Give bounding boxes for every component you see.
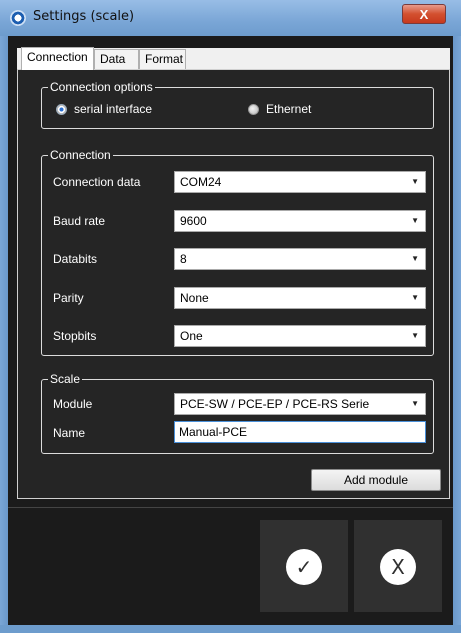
- tab-data[interactable]: Data: [94, 49, 139, 69]
- chevron-down-icon: ▼: [411, 216, 419, 225]
- window-border-bottom: [0, 625, 461, 633]
- databits-label: Databits: [53, 252, 98, 266]
- baud-rate-value: 9600: [180, 214, 207, 228]
- footer-divider: [8, 507, 453, 508]
- name-label: Name: [53, 426, 86, 440]
- baud-rate-select[interactable]: 9600 ▼: [174, 210, 426, 232]
- module-value: PCE-SW / PCE-EP / PCE-RS Serie: [180, 397, 370, 411]
- tab-format[interactable]: Format: [139, 49, 186, 69]
- baud-rate-label: Baud rate: [53, 214, 106, 228]
- parity-select[interactable]: None ▼: [174, 287, 426, 309]
- connection-options-legend: Connection options: [48, 80, 155, 94]
- chevron-down-icon: ▼: [411, 177, 419, 186]
- parity-label: Parity: [53, 291, 84, 305]
- ethernet-label[interactable]: Ethernet: [266, 102, 311, 116]
- name-input[interactable]: Manual-PCE: [174, 421, 426, 443]
- stopbits-value: One: [180, 329, 203, 343]
- chevron-down-icon: ▼: [411, 331, 419, 340]
- cancel-button[interactable]: X: [354, 520, 442, 612]
- add-module-button[interactable]: Add module: [311, 469, 441, 491]
- chevron-down-icon: ▼: [411, 399, 419, 408]
- stopbits-select[interactable]: One ▼: [174, 325, 426, 347]
- connection-data-select[interactable]: COM24 ▼: [174, 171, 426, 193]
- parity-value: None: [180, 291, 209, 305]
- app-icon: [10, 10, 26, 26]
- ok-button[interactable]: ✓: [260, 520, 348, 612]
- serial-interface-label[interactable]: serial interface: [74, 102, 152, 116]
- close-window-button[interactable]: X: [402, 4, 446, 24]
- window-border-right: [453, 36, 461, 633]
- close-icon: X: [391, 555, 405, 579]
- connection-data-value: COM24: [180, 175, 222, 189]
- connection-data-label: Connection data: [53, 175, 141, 189]
- chevron-down-icon: ▼: [411, 293, 419, 302]
- window-border-left: [0, 36, 8, 633]
- chevron-down-icon: ▼: [411, 254, 419, 263]
- databits-value: 8: [180, 252, 187, 266]
- scale-legend: Scale: [48, 372, 83, 386]
- checkmark-icon: ✓: [295, 555, 313, 579]
- databits-select[interactable]: 8 ▼: [174, 248, 426, 270]
- module-select[interactable]: PCE-SW / PCE-EP / PCE-RS Serie ▼: [174, 393, 426, 415]
- stopbits-label: Stopbits: [53, 329, 97, 343]
- tab-connection[interactable]: Connection: [21, 47, 94, 70]
- ethernet-radio[interactable]: [248, 104, 259, 115]
- module-label: Module: [53, 397, 93, 411]
- connection-legend: Connection: [48, 148, 113, 162]
- serial-interface-radio[interactable]: [56, 104, 67, 115]
- window-title: Settings (scale): [33, 9, 135, 24]
